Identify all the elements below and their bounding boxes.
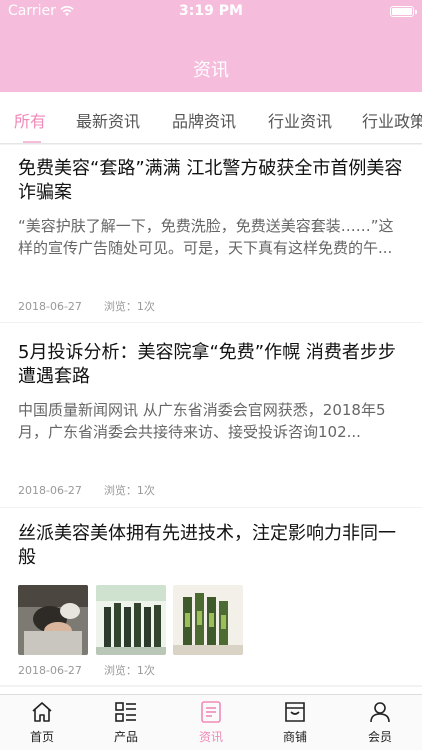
tab-industry-news[interactable]: 行业资讯 bbox=[268, 108, 332, 132]
tabbar-label: 商铺 bbox=[282, 730, 307, 744]
article-title: 免费美容“套路”满满 江北警方破获全市首例美容诈骗案 bbox=[18, 158, 403, 203]
article-views: 浏览：1次 bbox=[103, 300, 155, 313]
tabbar-label: 首页 bbox=[29, 730, 54, 744]
tabbar-shop[interactable]: 商铺 bbox=[253, 699, 337, 745]
nav-bar: 资讯 bbox=[0, 22, 422, 92]
news-icon bbox=[201, 701, 221, 723]
user-icon bbox=[370, 702, 390, 723]
article-summary: 中国质量新闻网讯 从广东省消委会官网获悉，2018年5月，广东省消委会共接待来访… bbox=[18, 401, 386, 441]
article-date: 2018-06-27 bbox=[18, 300, 82, 313]
article-title: 丝派美容美体拥有先进技术，注定影响力非同一般 bbox=[18, 523, 396, 568]
shop-icon bbox=[285, 702, 305, 722]
tab-latest-news[interactable]: 最新资讯 bbox=[76, 108, 140, 132]
tabbar-label: 会员 bbox=[367, 730, 392, 744]
article-card[interactable]: 5月投诉分析：美容院拿“免费”作幌 消费者步步遭遇套路 中国质量新闻网讯 从广东… bbox=[0, 323, 422, 507]
article-card[interactable]: 免费美容“套路”满满 江北警方破获全市首例美容诈骗案 “美容护肤了解一下，免费洗… bbox=[0, 145, 422, 322]
article-summary: “美容护肤了解一下，免费洗脸，免费送美容套装……”这样的宣传广告随处可见。可是，… bbox=[18, 217, 394, 257]
tabbar-products[interactable]: 产品 bbox=[84, 699, 168, 745]
tabbar-member[interactable]: 会员 bbox=[338, 699, 422, 745]
article-thumbnail bbox=[18, 585, 88, 655]
tabbar-label: 产品 bbox=[113, 730, 138, 744]
article-views: 浏览：1次 bbox=[103, 484, 155, 497]
home-icon bbox=[32, 702, 52, 722]
article-meta: 2018-06-27 浏览：1次 bbox=[18, 482, 155, 498]
category-tabs: 所有 最新资讯 品牌资讯 行业资讯 行业政策 bbox=[0, 92, 422, 144]
article-thumbnail bbox=[96, 585, 166, 655]
bottom-tab-bar: 首页 产品 资讯 商铺 会员 bbox=[0, 694, 422, 750]
tab-industry-policy[interactable]: 行业政策 bbox=[362, 108, 422, 132]
tab-all[interactable]: 所有 bbox=[14, 108, 46, 132]
article-card[interactable]: 丝派美容美体拥有先进技术，注定影响力非同一般 2018-06-27 浏览：1次 bbox=[0, 508, 422, 685]
article-meta: 2018-06-27 浏览：1次 bbox=[18, 662, 155, 678]
tabbar-news[interactable]: 资讯 bbox=[169, 699, 253, 745]
article-views: 浏览：1次 bbox=[103, 664, 155, 677]
tab-brand-news[interactable]: 品牌资讯 bbox=[172, 108, 236, 132]
article-title: 5月投诉分析：美容院拿“免费”作幌 消费者步步遭遇套路 bbox=[18, 342, 396, 387]
article-feed[interactable]: 免费美容“套路”满满 江北警方破获全市首例美容诈骗案 “美容护肤了解一下，免费洗… bbox=[0, 145, 422, 695]
article-date: 2018-06-27 bbox=[18, 664, 82, 677]
article-date: 2018-06-27 bbox=[18, 484, 82, 497]
article-thumbnail bbox=[173, 585, 243, 655]
clock: 3:19 PM bbox=[179, 3, 243, 19]
grid-list-icon bbox=[115, 702, 136, 722]
tab-active-indicator bbox=[23, 141, 41, 143]
page-title: 资讯 bbox=[193, 60, 229, 81]
battery-icon bbox=[390, 6, 417, 17]
article-meta: 2018-06-27 浏览：1次 bbox=[18, 298, 155, 314]
tabbar-home[interactable]: 首页 bbox=[0, 699, 84, 745]
tabbar-label: 资讯 bbox=[198, 730, 223, 744]
status-bar: Carrier 3:19 PM bbox=[0, 0, 422, 22]
